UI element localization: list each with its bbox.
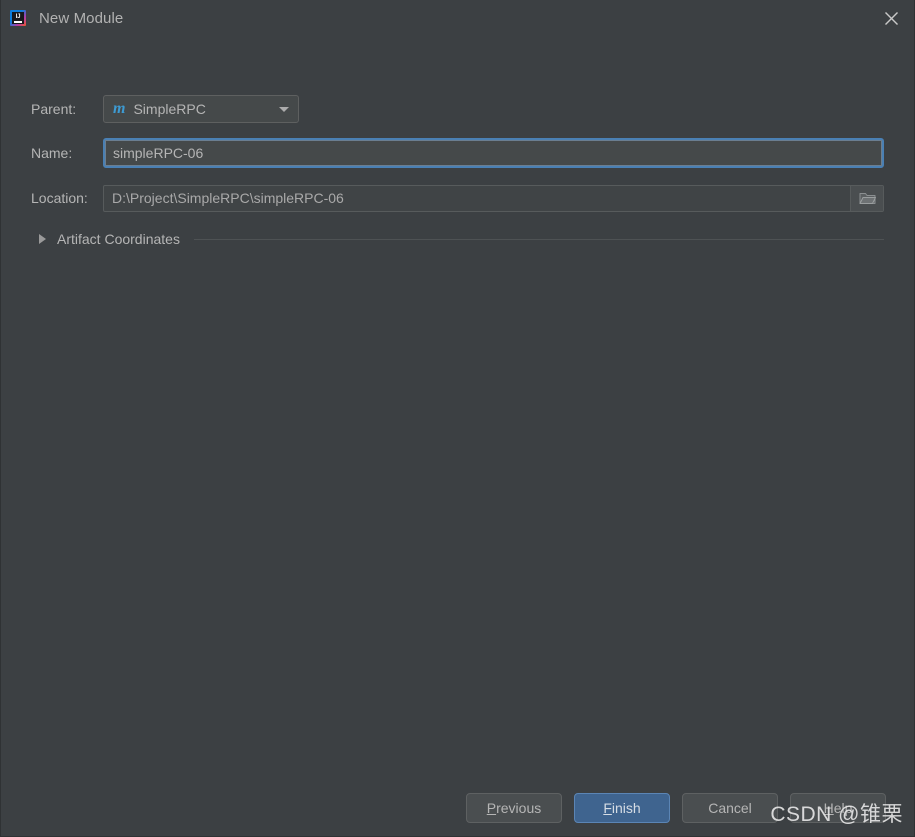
parent-label: Parent: (31, 101, 77, 117)
close-icon[interactable] (868, 0, 914, 36)
artifact-coordinates-label: Artifact Coordinates (57, 231, 180, 247)
location-row: Location: D:\Project\SimpleRPC\simpleRPC… (31, 184, 884, 212)
name-row: Name: (31, 138, 884, 168)
cancel-button[interactable]: Cancel (682, 793, 778, 823)
dialog-title: New Module (39, 9, 124, 27)
previous-button[interactable]: Previous (466, 793, 562, 823)
folder-icon[interactable] (850, 185, 883, 211)
triangle-right-icon[interactable] (39, 234, 46, 244)
help-button[interactable]: Help (790, 793, 886, 823)
maven-module-icon: m (113, 100, 126, 117)
location-field-wrapper: D:\Project\SimpleRPC\simpleRPC-06 (103, 184, 884, 212)
dialog-content: Parent: m SimpleRPC Name: Location: D:\P… (1, 36, 914, 836)
name-field-wrapper (103, 138, 884, 168)
name-input[interactable] (113, 145, 874, 161)
name-field-inner (105, 140, 882, 166)
name-label: Name: (31, 145, 73, 161)
help-button-mnemonic: H (823, 800, 834, 816)
section-divider (193, 238, 884, 240)
finish-button-label: inish (611, 800, 641, 816)
parent-combobox[interactable]: m SimpleRPC (103, 95, 299, 123)
location-label: Location: (31, 190, 88, 206)
location-value[interactable]: D:\Project\SimpleRPC\simpleRPC-06 (104, 186, 850, 211)
title-bar: IJ New Module (1, 0, 914, 36)
intellij-idea-icon: IJ (10, 10, 26, 26)
finish-button[interactable]: Finish (574, 793, 670, 823)
new-module-dialog: IJ New Module Parent: m SimpleRPC Name: (0, 0, 915, 837)
parent-row: Parent: m SimpleRPC (31, 95, 884, 123)
dialog-footer: Previous Finish Cancel Help (1, 780, 914, 836)
parent-selected-value: SimpleRPC (133, 101, 206, 117)
help-button-label: elp (833, 800, 853, 816)
cancel-button-label: Cancel (708, 800, 752, 816)
previous-button-mnemonic: P (486, 800, 497, 816)
artifact-coordinates-section[interactable]: Artifact Coordinates (31, 228, 884, 250)
chevron-down-icon (279, 106, 289, 112)
finish-button-mnemonic: F (603, 800, 612, 816)
previous-button-label: revious (496, 800, 542, 816)
